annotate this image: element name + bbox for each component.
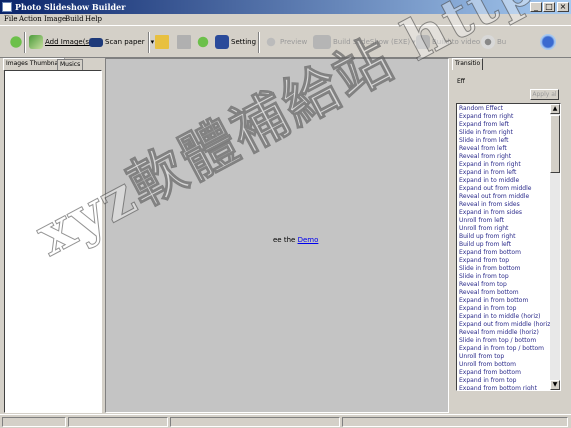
burn-label: Bu (497, 38, 507, 46)
effect-item[interactable]: Reveal from top (459, 281, 560, 289)
refresh-button[interactable] (196, 33, 210, 51)
effect-list-scrollbar[interactable]: ▲ ▼ (550, 104, 560, 390)
menu-file[interactable]: File (4, 15, 17, 23)
scanner-icon (89, 37, 103, 47)
effect-item[interactable]: Random Effect (459, 105, 560, 113)
effect-item[interactable]: Expand from bottom (459, 249, 560, 257)
window-title: Photo Slideshow Builder (15, 2, 126, 12)
preview-button[interactable]: Preview (264, 33, 307, 51)
effect-item[interactable]: Reveal in from sides (459, 201, 560, 209)
see-demo-text: ee the Demo (273, 236, 318, 244)
status-cell (2, 417, 66, 427)
status-cell (342, 417, 568, 427)
toolbar-separator (148, 32, 150, 53)
open-button[interactable] (155, 33, 169, 51)
demo-link[interactable]: Demo (298, 236, 319, 244)
effect-item[interactable]: Slide in from top (459, 273, 560, 281)
add-image-icon (29, 35, 43, 49)
effect-item[interactable]: Expand in to middle (horiz) (459, 313, 560, 321)
effect-label: Eff (457, 78, 465, 85)
green-arrow-icon (9, 35, 23, 49)
scroll-down-icon[interactable]: ▼ (550, 380, 560, 390)
effect-item[interactable]: Expand in from top / bottom (459, 345, 560, 353)
effect-item[interactable]: Expand in from top (459, 305, 560, 313)
chevron-down-icon[interactable]: ▾ (151, 38, 155, 46)
gear-icon (215, 35, 229, 49)
save-button[interactable] (177, 33, 191, 51)
see-text: ee the (273, 236, 296, 244)
effect-item[interactable]: Slide in from top / bottom (459, 337, 560, 345)
effect-item[interactable]: Reveal from middle (horiz) (459, 329, 560, 337)
back-button[interactable] (9, 33, 23, 51)
status-cell (170, 417, 340, 427)
add-images-button[interactable]: Add Image(s) (29, 33, 92, 51)
tab-transition[interactable]: Transitio (452, 58, 484, 70)
effect-item[interactable]: Slide in from right (459, 129, 560, 137)
effect-item[interactable]: Slide in from left (459, 137, 560, 145)
effect-item[interactable]: Expand out from middle (459, 185, 560, 193)
add-images-label: Add Image(s) (45, 38, 92, 46)
effect-item[interactable]: Reveal out from middle (459, 193, 560, 201)
effect-item[interactable]: Reveal from bottom (459, 289, 560, 297)
status-bar (0, 414, 571, 428)
effect-item[interactable]: Expand in from bottom (459, 297, 560, 305)
effect-item[interactable]: Unroll from right (459, 225, 560, 233)
effect-item[interactable]: Expand in from right (459, 161, 560, 169)
magnifier-icon (264, 35, 278, 49)
status-cell (68, 417, 168, 427)
effect-item[interactable]: Expand from bottom (459, 369, 560, 377)
app-icon (2, 2, 12, 12)
effect-item[interactable]: Expand from right (459, 113, 560, 121)
globe-icon (540, 34, 556, 50)
effect-item[interactable]: Expand in from left (459, 169, 560, 177)
tab-musics[interactable]: Musics (57, 59, 84, 70)
menu-help[interactable]: Help (85, 15, 102, 23)
effect-item[interactable]: Reveal from right (459, 153, 560, 161)
effect-item[interactable]: Expand out from middle (horiz) (459, 321, 560, 329)
effect-item[interactable]: Build up from right (459, 233, 560, 241)
effect-item[interactable]: Expand from bottom right (459, 385, 560, 390)
tab-images-thumbnail[interactable]: Images Thumbnail (3, 58, 65, 70)
effect-item[interactable]: Expand from top (459, 257, 560, 265)
effect-item[interactable]: Unroll from top (459, 353, 560, 361)
effect-item[interactable]: Reveal from left (459, 145, 560, 153)
toolbar-separator (258, 32, 260, 53)
effect-item[interactable]: Expand from left (459, 121, 560, 129)
left-tabs: Images Thumbnail Musics (3, 58, 103, 70)
menu-build[interactable]: Build (65, 15, 84, 23)
folder-open-icon (155, 35, 169, 49)
green-circle-icon (196, 35, 210, 49)
menu-action[interactable]: Action (19, 15, 42, 23)
scroll-up-icon[interactable]: ▲ (550, 104, 560, 114)
effect-item[interactable]: Expand in from sides (459, 209, 560, 217)
help-button[interactable] (540, 33, 556, 51)
scan-paper-label: Scan paper (105, 38, 145, 46)
setting-button[interactable]: Setting (215, 33, 256, 51)
effect-item[interactable]: Expand in from top (459, 377, 560, 385)
effect-item[interactable]: Expand in to middle (459, 177, 560, 185)
save-disk-icon (177, 35, 191, 49)
effect-list[interactable]: Random Effect Expand from right Expand fro… (456, 103, 561, 391)
effect-item[interactable]: Slide in from bottom (459, 265, 560, 273)
effect-item[interactable]: Unroll from bottom (459, 361, 560, 369)
setting-label: Setting (231, 38, 257, 46)
scroll-thumb[interactable] (550, 115, 560, 173)
scan-paper-button[interactable]: Scan paper ▾ (89, 33, 154, 51)
effect-item[interactable]: Build up from left (459, 241, 560, 249)
toolbar-separator (24, 32, 26, 53)
effect-item[interactable]: Unroll from left (459, 217, 560, 225)
preview-label: Preview (280, 38, 308, 46)
apply-all-button[interactable]: Apply al (530, 89, 559, 100)
menu-image[interactable]: Image (44, 15, 66, 23)
